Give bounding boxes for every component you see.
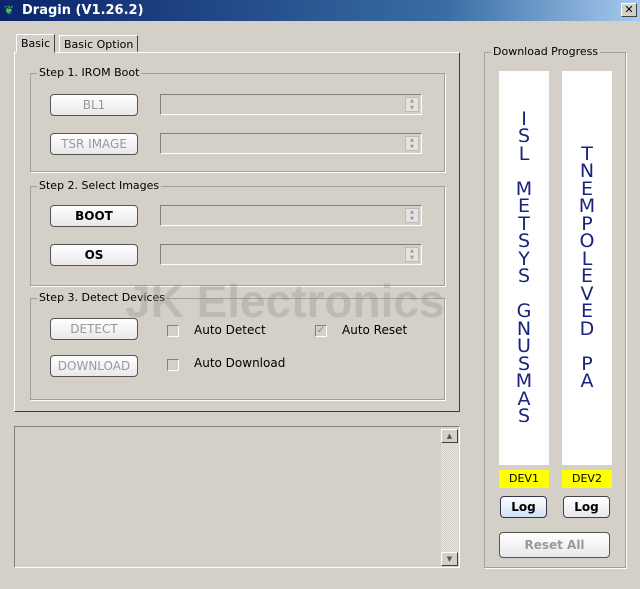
scroll-up-icon[interactable]: ▲ (441, 429, 458, 443)
step2-title: Step 2. Select Images (37, 179, 162, 192)
download-progress-title: Download Progress (491, 45, 601, 58)
bl1-button[interactable]: BL1 (50, 94, 138, 116)
tab-basic[interactable]: Basic (16, 34, 56, 53)
dev1-label: DEV1 (499, 470, 549, 488)
auto-reset-label: Auto Reset (342, 323, 408, 337)
boot-button[interactable]: BOOT (50, 205, 138, 227)
step1-group: Step 1. IROM Boot (30, 66, 445, 172)
progress-char: S (517, 405, 531, 427)
log-output-area[interactable] (14, 426, 460, 568)
auto-reset-checkbox[interactable]: ✓ (315, 325, 327, 337)
dev1-progress-bar: ISL METSYS GNUSMAS (499, 71, 549, 465)
log-scrollbar[interactable]: ▲ ▼ (441, 429, 458, 566)
auto-download-checkbox[interactable] (167, 359, 179, 371)
auto-download-label: Auto Download (194, 356, 286, 370)
download-button[interactable]: DOWNLOAD (50, 355, 138, 377)
spin-icon[interactable]: ▲ ▼ (405, 247, 419, 262)
step3-title: Step 3. Detect Devices (37, 291, 168, 304)
os-path-field[interactable]: ▲ ▼ (160, 244, 422, 265)
boot-path-field[interactable]: ▲ ▼ (160, 205, 422, 226)
app-leaf-icon: ❦ (4, 3, 15, 17)
spin-icon[interactable]: ▲ ▼ (405, 97, 419, 112)
step1-title: Step 1. IROM Boot (37, 66, 142, 79)
spin-icon[interactable]: ▲ ▼ (405, 208, 419, 223)
os-button[interactable]: OS (50, 244, 138, 266)
title-bar: Dragin (V1.26.2) (0, 0, 640, 21)
tsr-image-button[interactable]: TSR IMAGE (50, 133, 138, 155)
close-button[interactable]: ✕ (621, 3, 637, 17)
detect-button[interactable]: DETECT (50, 318, 138, 340)
tab-basic-option[interactable]: Basic Option (59, 35, 139, 52)
spin-icon[interactable]: ▲ ▼ (405, 136, 419, 151)
dev2-log-button[interactable]: Log (563, 496, 610, 518)
step2-group: Step 2. Select Images (30, 179, 445, 286)
dev2-progress-bar: TNEMPOLEVED PA (562, 71, 612, 465)
dev1-log-button[interactable]: Log (500, 496, 547, 518)
step3-group: Step 3. Detect Devices (30, 291, 445, 400)
progress-char: A (580, 370, 594, 392)
reset-all-button[interactable]: Reset All (499, 532, 610, 558)
tsr-image-path-field[interactable]: ▲ ▼ (160, 133, 422, 154)
window-title: Dragin (V1.26.2) (22, 3, 144, 18)
auto-detect-checkbox[interactable] (167, 325, 179, 337)
auto-detect-label: Auto Detect (194, 323, 266, 337)
dev2-label: DEV2 (562, 470, 612, 488)
scroll-down-icon[interactable]: ▼ (441, 552, 458, 566)
bl1-path-field[interactable]: ▲ ▼ (160, 94, 422, 115)
